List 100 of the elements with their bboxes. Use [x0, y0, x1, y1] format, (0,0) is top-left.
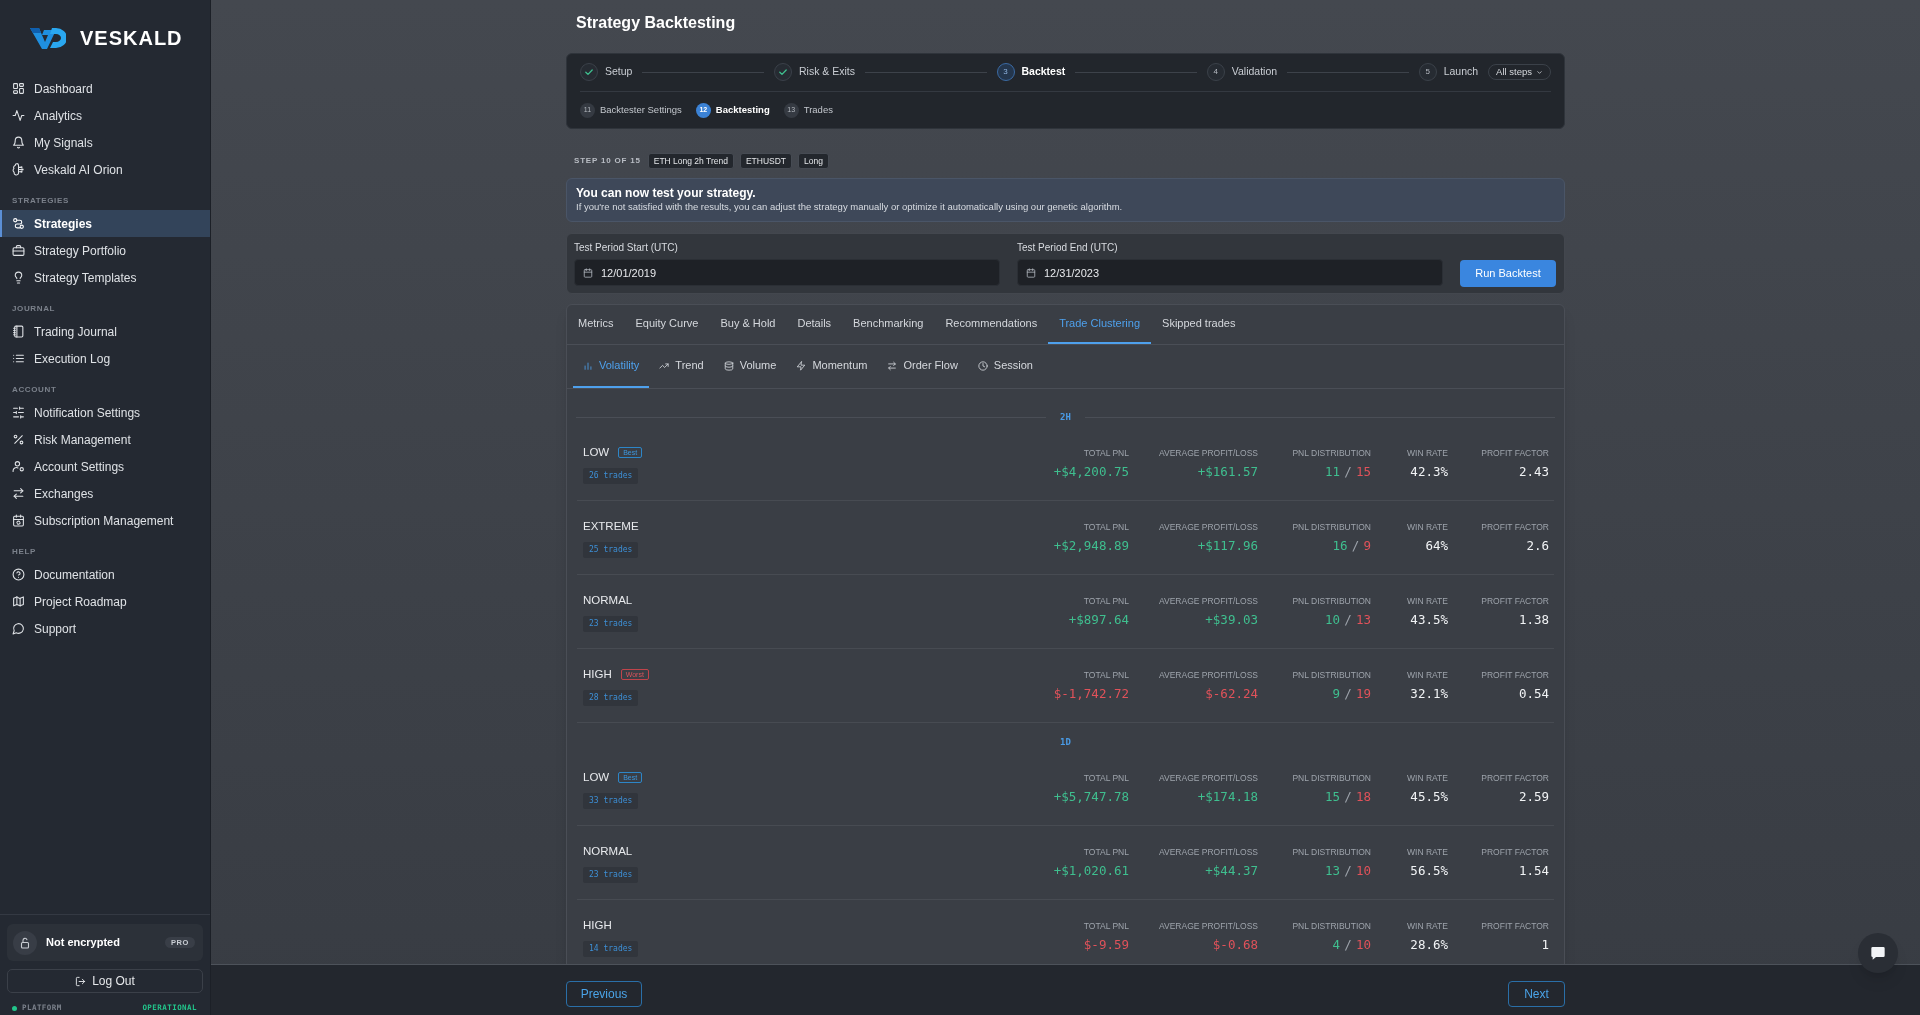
next-button[interactable]: Next [1508, 981, 1565, 1007]
cluster-name: EXTREME [583, 519, 639, 533]
nav-item[interactable]: My Signals [0, 129, 210, 156]
tab[interactable]: Skipped trades [1151, 305, 1247, 344]
metric-value: 45.5% [1410, 789, 1448, 805]
trade-count: 33 trades [583, 793, 639, 809]
metric-value: 2.43 [1518, 464, 1549, 480]
metric-value: 32.1% [1410, 686, 1448, 702]
tab[interactable]: Benchmarking [842, 305, 935, 344]
metric-label: PNL DISTRIBUTION [1292, 921, 1371, 932]
metric-label: TOTAL PNL [1083, 596, 1129, 607]
strategy-tag: Long [798, 153, 829, 169]
step-number: 4 [1206, 63, 1225, 81]
subtab[interactable]: Order Flow [877, 345, 968, 388]
metric-value: +$1,020.61 [1053, 863, 1129, 879]
list-icon [12, 352, 25, 365]
subtab[interactable]: Volatility [573, 345, 650, 388]
metric-label: AVERAGE PROFIT/LOSS [1158, 773, 1258, 784]
metric-label: AVERAGE PROFIT/LOSS [1158, 448, 1258, 459]
metric-value: 43.5% [1410, 612, 1448, 628]
metric-value: 0.54 [1518, 686, 1549, 702]
group-label: 2H [1060, 412, 1071, 423]
calendar-icon [12, 514, 25, 527]
nav-item[interactable]: Support [0, 615, 210, 642]
metric-label: AVERAGE PROFIT/LOSS [1158, 670, 1258, 681]
calendar-icon [1026, 267, 1036, 278]
tab[interactable]: Metrics [567, 305, 625, 344]
metric-label: PNL DISTRIBUTION [1292, 847, 1371, 858]
trade-count: 26 trades [583, 468, 639, 484]
database-icon [723, 360, 734, 371]
metric-label: PROFIT FACTOR [1481, 448, 1549, 459]
metric-value: +$39.03 [1205, 612, 1258, 628]
metric-label: WIN RATE [1407, 670, 1448, 681]
metric-label: PROFIT FACTOR [1481, 522, 1549, 533]
cluster-name: LOW [583, 770, 610, 784]
subtab[interactable]: Volume [713, 345, 787, 388]
trade-count: 23 trades [583, 616, 639, 632]
tab[interactable]: Details [786, 305, 843, 344]
tab[interactable]: Equity Curve [624, 305, 710, 344]
metric-label: AVERAGE PROFIT/LOSS [1158, 921, 1258, 932]
nav-item[interactable]: Strategies [0, 210, 210, 237]
chat-icon [1870, 945, 1886, 961]
subtab[interactable]: Trend [649, 345, 714, 388]
nav-item[interactable]: Strategy Templates [0, 264, 210, 291]
metric-value: +$117.96 [1197, 538, 1258, 554]
activity-icon [12, 109, 25, 122]
nav-item[interactable]: Risk Management [0, 426, 210, 453]
logout-button[interactable]: Log Out [7, 969, 203, 993]
metric-value: 42.3% [1410, 464, 1448, 480]
metric-value: 56.5% [1410, 863, 1448, 879]
bell-icon [12, 136, 25, 149]
trending-up-icon [659, 360, 670, 371]
chat-button[interactable] [1858, 933, 1898, 973]
subtab[interactable]: Session [967, 345, 1043, 388]
metric-label: AVERAGE PROFIT/LOSS [1158, 596, 1258, 607]
chat-icon [12, 622, 25, 635]
date-field[interactable]: 12/01/2019 [574, 259, 1000, 286]
dashboard-icon [12, 82, 25, 95]
logout-icon [75, 975, 87, 987]
date-field[interactable]: 12/31/2023 [1017, 259, 1443, 286]
step-number: 5 [1418, 63, 1437, 81]
nav-item[interactable]: Dashboard [0, 75, 210, 102]
previous-button[interactable]: Previous [566, 981, 642, 1007]
section-heading: HELP [12, 547, 37, 557]
nav-item[interactable]: Notification Settings [0, 399, 210, 426]
metric-label: WIN RATE [1407, 522, 1448, 533]
trade-count: 14 trades [583, 941, 639, 957]
metric-label: TOTAL PNL [1083, 448, 1129, 459]
metric-label: PNL DISTRIBUTION [1292, 670, 1371, 681]
run-backtest-button[interactable]: Run Backtest [1460, 260, 1556, 287]
nav-item[interactable]: Execution Log [0, 345, 210, 372]
briefcase-icon [12, 244, 25, 257]
nav-item[interactable]: Exchanges [0, 480, 210, 507]
tab[interactable]: Buy & Hold [709, 305, 787, 344]
step-label: Launch [1443, 64, 1479, 80]
metric-value: 64% [1425, 538, 1448, 554]
metric-value: 1.54 [1518, 863, 1549, 879]
nav-item[interactable]: Project Roadmap [0, 588, 210, 615]
nav-item[interactable]: Documentation [0, 561, 210, 588]
tab[interactable]: Recommendations [934, 305, 1049, 344]
arrows-icon [12, 487, 25, 500]
nav-item[interactable]: Strategy Portfolio [0, 237, 210, 264]
nav-item[interactable]: Account Settings [0, 453, 210, 480]
cluster-name: HIGH [583, 918, 612, 932]
notebook-icon [12, 325, 25, 338]
metric-value: 4 / 10 [1332, 937, 1371, 954]
metric-value: +$44.37 [1205, 863, 1258, 879]
nav-item[interactable]: Veskald AI Orion [0, 156, 210, 183]
clock-icon [977, 360, 988, 371]
nav-item[interactable]: Trading Journal [0, 318, 210, 345]
nav-item[interactable]: Subscription Management [0, 507, 210, 534]
subtab[interactable]: Momentum [786, 345, 878, 388]
metric-label: WIN RATE [1407, 921, 1448, 932]
section-heading: JOURNAL [12, 304, 57, 314]
metric-value: 15 / 18 [1324, 789, 1371, 806]
tab[interactable]: Trade Clustering [1048, 305, 1152, 344]
section-heading: STRATEGIES [12, 196, 70, 206]
nav-item[interactable]: Analytics [0, 102, 210, 129]
map-icon [12, 595, 25, 608]
metric-label: AVERAGE PROFIT/LOSS [1158, 522, 1258, 533]
